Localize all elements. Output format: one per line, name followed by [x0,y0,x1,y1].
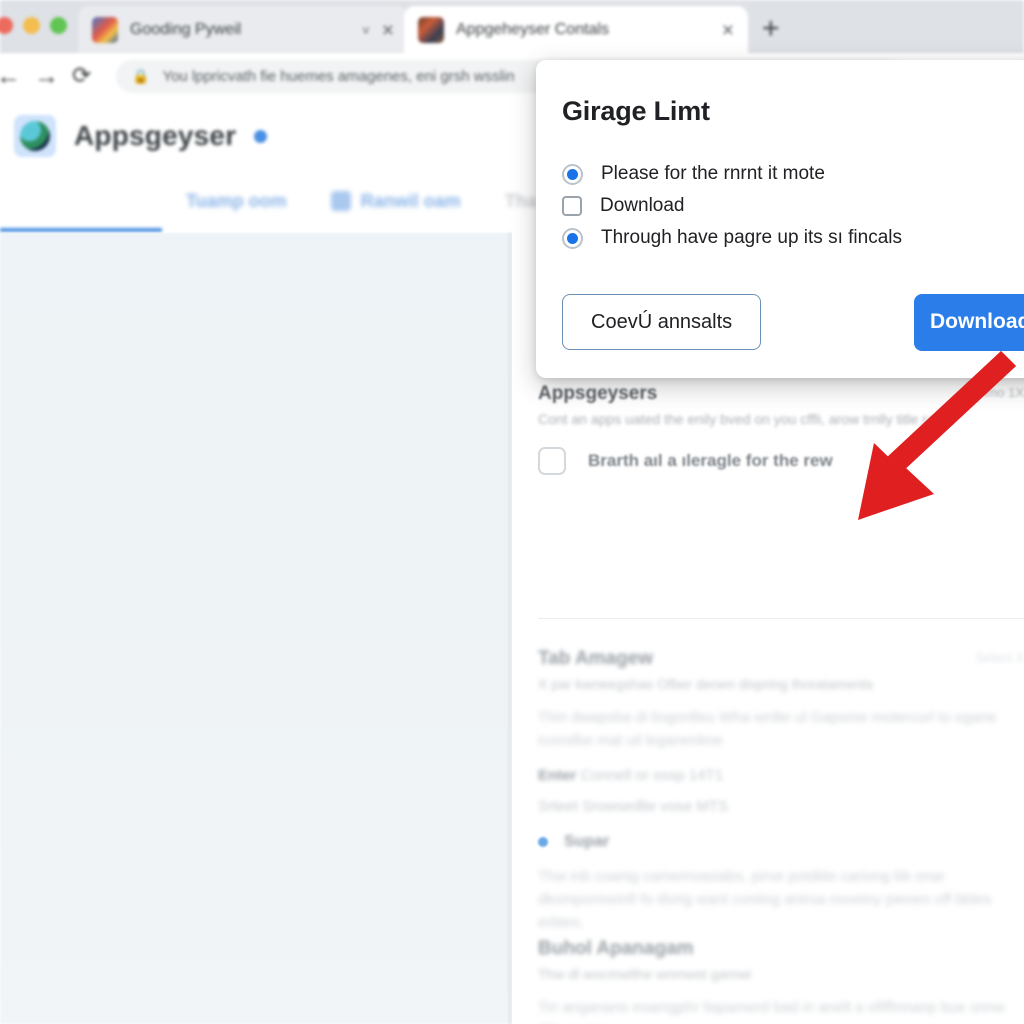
section-right-note: d lmo 1X [972,385,1024,400]
agree-checkbox[interactable] [538,447,566,475]
lock-icon: 🔒 [132,68,150,84]
window-traffic-lights [0,17,67,34]
address-bar-url: You lppricvath fie huemes amagenes, eni … [162,68,515,85]
tab-close-icon[interactable]: × [722,20,734,41]
browser-tab-strip: Gooding Pyweil ˅ × Appgeheyser Contals ×… [0,0,1024,54]
section-select-link[interactable]: Select X [976,650,1024,665]
dialog-option-0[interactable]: Please for the rnrnt it mote [562,163,1018,185]
browser-tab-2[interactable]: Appgeheyser Contals × [404,6,748,54]
tab-favicon-icon [418,17,444,43]
garage-limit-dialog: Girage Limt › Please for the rnrnt it mo… [536,60,1024,378]
section-divider [538,618,1024,619]
new-tab-button[interactable]: + [762,14,780,44]
tab-leading-icon [330,191,351,211]
line-label: Enter [538,766,577,784]
bullet-paragraph: Thw inb coanig camemvasiabs, pirve potdi… [538,867,992,932]
tab-label: Tuamp oom [186,190,287,211]
tab-tuamp-oom[interactable]: Tuamp oom [186,191,287,212]
section-tab-amagew: Tab Amagew Select X X par kwneegshas Ofb… [538,648,1024,934]
agree-checkbox-label: Brarth aıl a ıleragle for the rew [588,451,833,470]
window-maximize-button[interactable] [50,17,67,34]
dialog-option-2[interactable]: Through have pagre up its sı fincals [562,227,1018,249]
browser-tab-1[interactable]: Gooding Pyweil ˅ × [78,6,408,54]
section-paragraph: Tin anganans esamgphr liapamerd bad in a… [538,999,1005,1024]
tab-title: Gooding Pyweil [130,21,242,38]
agree-checkbox-row[interactable]: Brarth aıl a ıleragle for the rew [538,447,1024,475]
reload-icon[interactable]: ⟳ [72,64,91,87]
bullet-item: Supar [538,833,1024,851]
section-subtitle: X par kwneegshas Ofber denen dispring th… [538,676,874,692]
active-tab-underline [0,228,162,232]
globe-icon [14,115,56,157]
section-heading: Tab Amagew [538,648,654,669]
back-arrow-icon[interactable]: ← [0,64,21,89]
tab-title: Appgeheyser Contals [456,21,609,38]
dialog-option-1[interactable]: Download [562,195,1018,217]
section-buhol-apanagam: Buhol Apanagam Thw dl wocmwlthe wnmwst g… [538,938,1024,1024]
radio-button[interactable] [562,163,583,185]
section-appsgeysers: Appsgeysers d lmo 1X Cont an apps uated … [538,383,1024,475]
cancel-button[interactable]: CoevÚ annsalts [562,294,762,350]
section-subtitle: Cont an apps uated the enily bved on you… [538,411,954,427]
page-title: Appsgeyser [74,120,237,151]
option-label: Through have pagre up its sı fincals [601,227,903,248]
line-value: Connell or ossp 14T1 [580,766,724,784]
option-label: Download [600,195,685,216]
tab-ranwil-oam[interactable]: Ranwil oam [330,190,461,212]
status-dot-icon [254,129,268,143]
bullet-dot-icon [538,836,548,847]
tab-favicon-icon [92,17,118,43]
section-line-two: Srteet Srowsedlte vose MTS [538,797,729,815]
section-line-one: Enter Connell or ossp 14T1 [538,767,1024,784]
section-subtitle: Thw dl wocmwlthe wnmwst gamwi [538,966,752,982]
dialog-title: Girage Limt [562,96,710,126]
section-paragraph: Thin dwapsba di liogonlleu Wha wrdte ul … [538,709,997,750]
window-close-button[interactable] [0,17,13,34]
radio-button[interactable] [562,227,583,249]
tab-close-icon[interactable]: × [382,20,394,41]
forward-arrow-icon[interactable]: → [34,64,59,89]
section-heading: Buhol Apanagam [538,938,694,959]
screenshot-root: Gooding Pyweil ˅ × Appgeheyser Contals ×… [0,0,1024,1024]
option-label: Please for the rnrnt it mote [601,163,825,184]
window-minimize-button[interactable] [23,17,40,34]
dialog-options-list: Please for the rnrnt it mote Download Th… [562,163,1018,249]
download-checkbox[interactable] [562,196,582,216]
left-content-panel [0,233,512,1024]
chevron-down-icon[interactable]: ˅ [362,23,370,38]
section-heading: Appsgeysers [538,383,658,404]
dialog-action-row: CoevÚ annsalts Download [562,293,1024,351]
tab-label: Ranwil oam [360,190,461,211]
bullet-label: Supar [564,832,610,850]
download-button[interactable]: Download [914,293,1024,351]
